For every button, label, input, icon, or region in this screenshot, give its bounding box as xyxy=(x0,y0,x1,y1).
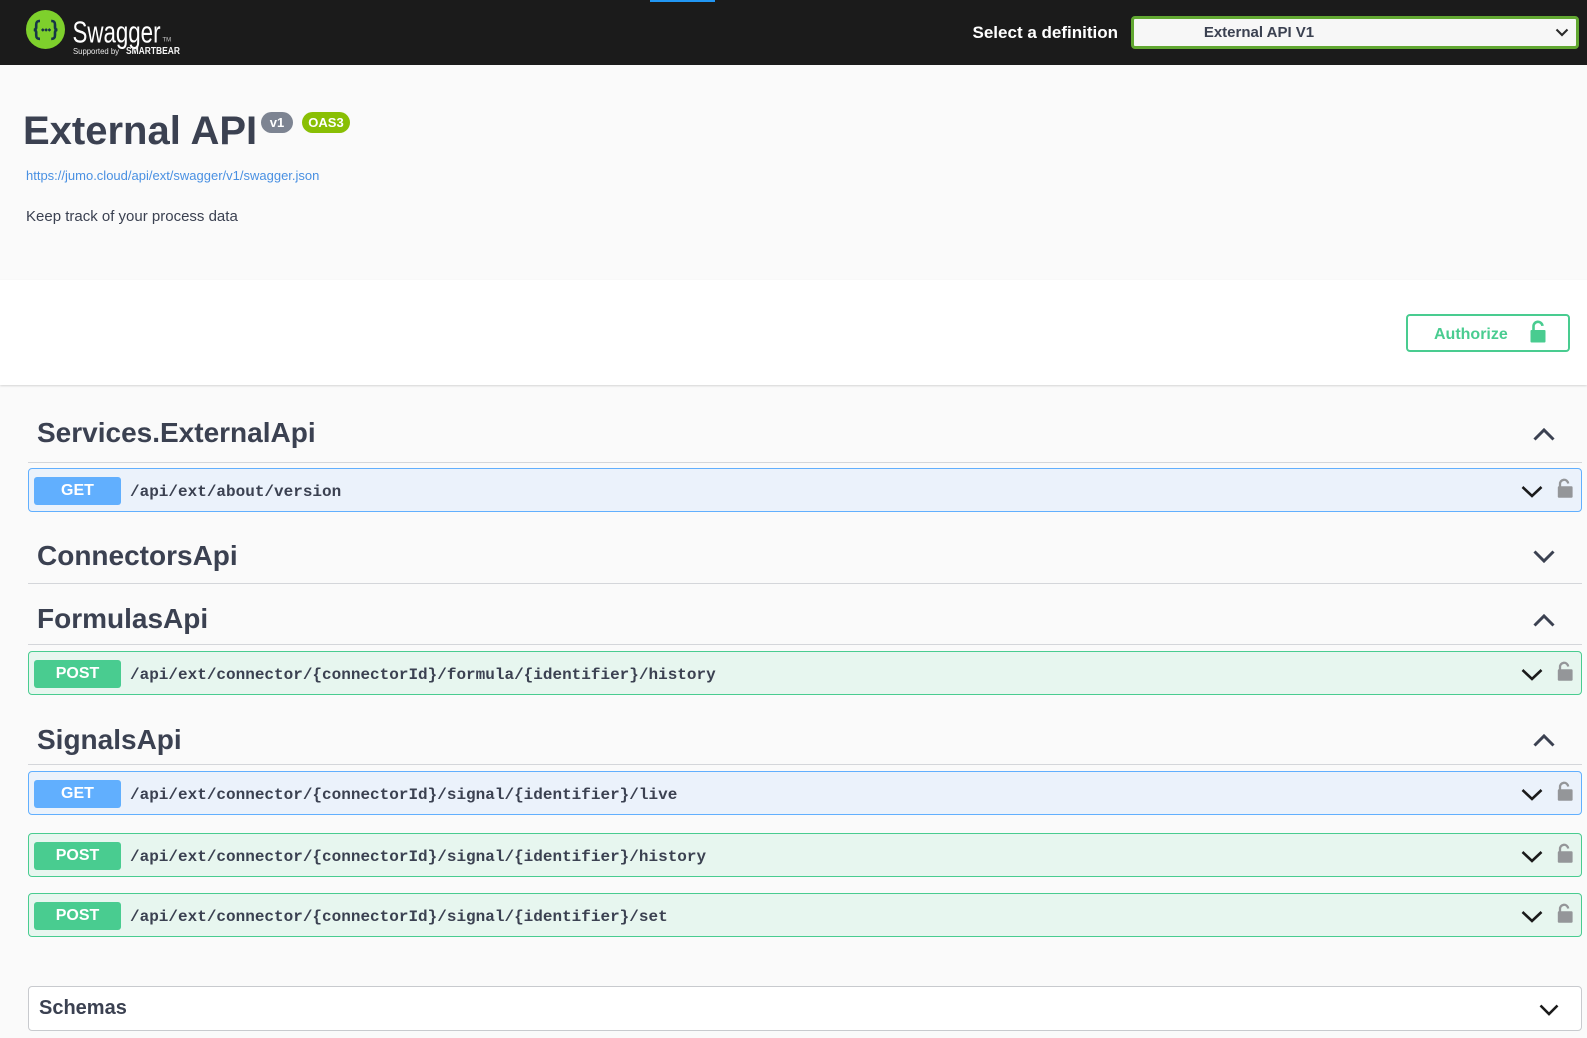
svg-text:Swagger: Swagger xyxy=(73,15,161,50)
svg-text:Supported by: Supported by xyxy=(73,46,120,56)
svg-text:TM: TM xyxy=(163,38,172,44)
svg-text:SMARTBEAR: SMARTBEAR xyxy=(126,46,181,57)
